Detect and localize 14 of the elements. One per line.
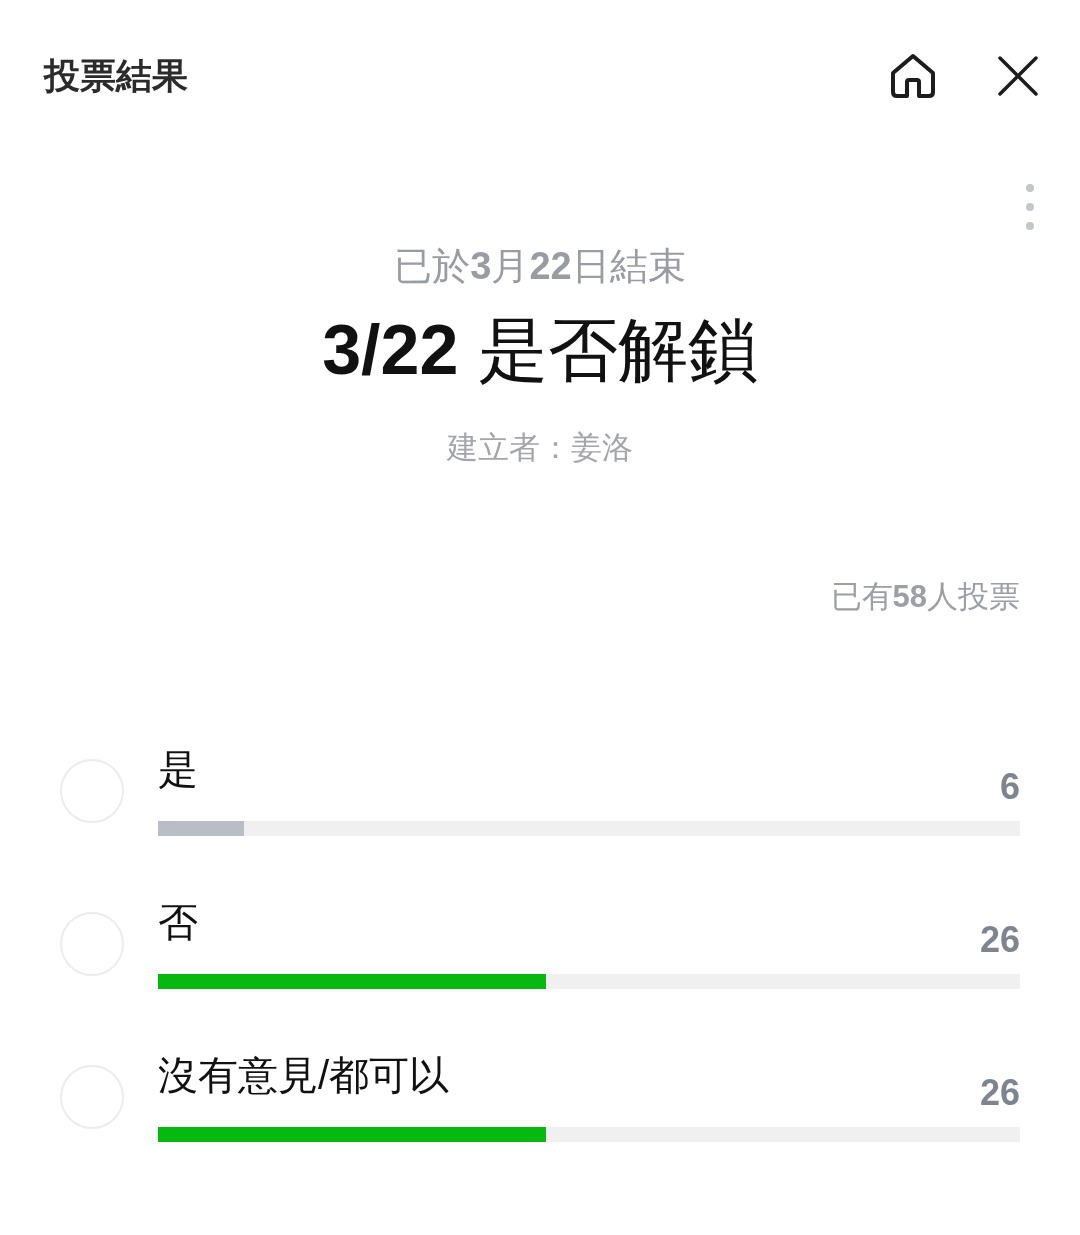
poll-creator: 建立者：姜洛	[447, 429, 633, 467]
option-label: 是	[158, 746, 198, 793]
poll-status: 已於3月22日結束	[394, 244, 686, 289]
page-title: 投票結果	[44, 54, 188, 98]
more-options-icon[interactable]	[1026, 184, 1034, 230]
home-icon[interactable]	[889, 52, 937, 100]
close-icon[interactable]	[998, 56, 1038, 96]
vote-count: 6	[999, 765, 1020, 809]
voter-count: 已有58人投票	[830, 578, 1020, 616]
option-label: 否	[158, 899, 198, 946]
vote-count: 26	[979, 1071, 1020, 1115]
vote-count: 26	[979, 918, 1020, 962]
poll-title: 3/22 是否解鎖	[322, 310, 758, 391]
option-label: 沒有意見/都可以	[158, 1052, 450, 1099]
